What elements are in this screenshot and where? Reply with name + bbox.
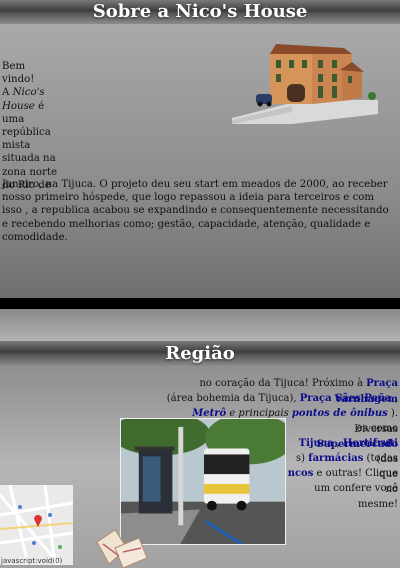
region-text: es como — [356, 423, 398, 434]
link-tijuca[interactable]: Tijuca — [299, 438, 334, 449]
about-paragraph: Janeiro, na Tijuca. O projeto deu seu st… — [2, 179, 389, 243]
region-text: (área bohemia da Tijuca), — [166, 393, 300, 404]
region-text: , — [333, 438, 343, 449]
section-title-sobre: Sobre a Nico's House — [0, 0, 400, 24]
region-text: um confere você mesme! — [314, 483, 398, 510]
house-photo — [232, 44, 378, 124]
divider-bar — [0, 298, 400, 309]
region-text: , — [391, 393, 398, 404]
map-caption: javascript:void(0) — [1, 557, 63, 565]
intro-paragraph: Bem vindo! A Nico's House é uma repúblic… — [2, 60, 58, 192]
link-farmacias[interactable]: farmácias — [308, 453, 363, 464]
link-pontos-onibus[interactable]: pontos de ônibus — [292, 408, 388, 419]
region-line-2: (área bohemia da Tijuca), Praça Sães Peñ… — [160, 391, 398, 407]
map-thumbnail[interactable] — [0, 485, 73, 565]
region-text: s) — [296, 453, 309, 464]
intro-prefix: A — [2, 87, 13, 99]
link-bancos[interactable]: ncos — [288, 468, 314, 479]
link-praca-saens-pena[interactable]: Praça Sães Peña — [300, 393, 392, 404]
bus-stop-photo[interactable] — [120, 418, 286, 545]
region-line-8: um confere você mesme! — [286, 481, 398, 512]
link-hortifruti[interactable]: Hortifruti — [343, 438, 398, 449]
section-title-regiao: Região — [0, 341, 400, 366]
paper-map-illustration[interactable] — [93, 528, 149, 568]
welcome-text: Bem vindo! — [2, 61, 35, 86]
section-gap — [0, 309, 400, 341]
region-text: no coração da Tijuca! Próximo à — [199, 378, 367, 389]
